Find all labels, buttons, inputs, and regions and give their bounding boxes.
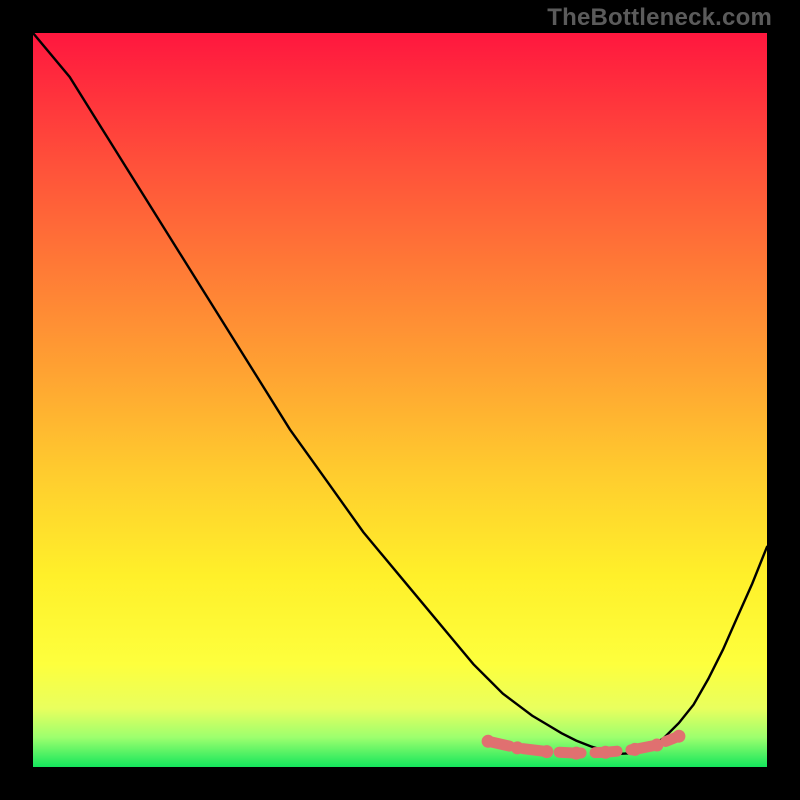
bottleneck-curve <box>33 33 767 754</box>
watermark-label: TheBottleneck.com <box>547 4 772 32</box>
curve-path <box>33 33 767 754</box>
marker-dot <box>628 743 641 756</box>
marker-dot <box>540 745 553 758</box>
marker-dot <box>672 730 685 743</box>
marker-dot <box>511 741 524 754</box>
outer-frame: TheBottleneck.com <box>0 0 800 800</box>
chart-svg <box>33 33 767 767</box>
marker-dot <box>482 735 495 748</box>
marker-dot <box>570 747 583 760</box>
plot-area <box>33 33 767 767</box>
marker-dot <box>650 739 663 752</box>
marker-dot <box>599 746 612 759</box>
